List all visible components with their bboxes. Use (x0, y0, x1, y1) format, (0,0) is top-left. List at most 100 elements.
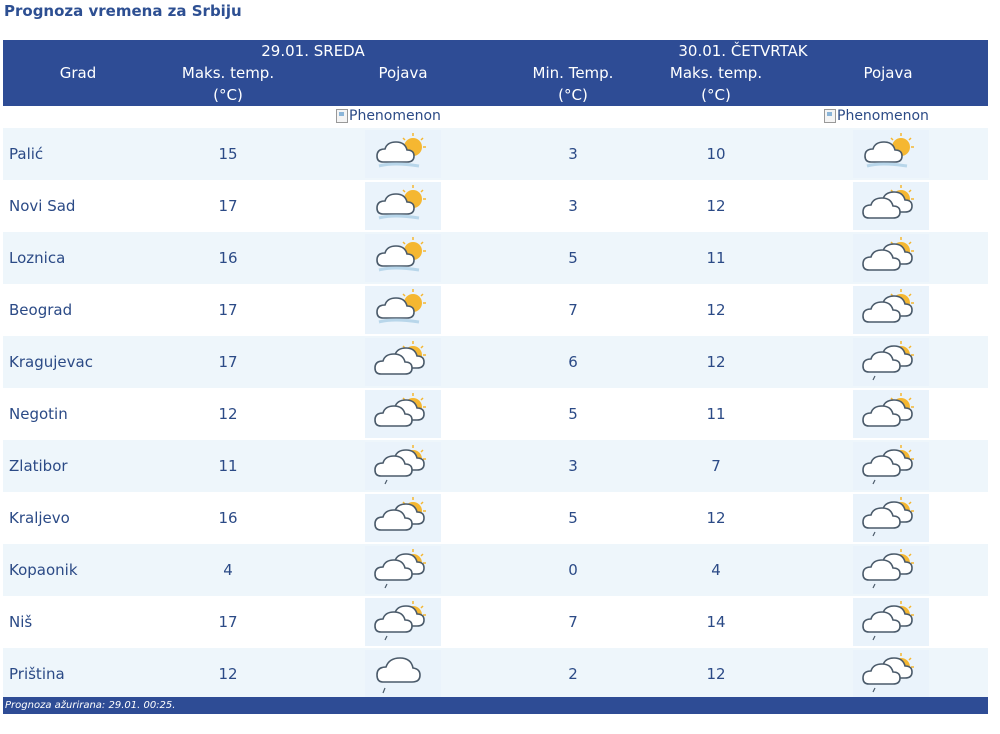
header-grad: Grad (59, 64, 97, 82)
table-row: Negotin 12 5 11 (3, 388, 988, 440)
mostly-cloudy-icon (365, 390, 441, 438)
header-day1-max: Maks. temp. (181, 64, 275, 82)
page-title: Prognoza vremena za Srbiju (4, 2, 242, 20)
table-row: Novi Sad 17 3 12 (3, 180, 988, 232)
day2-min-temp: 6 (568, 353, 578, 371)
city-name: Kopaonik (9, 561, 78, 579)
day2-max-temp: 4 (711, 561, 721, 579)
broken-image-icon (336, 109, 348, 123)
table-row: Beograd 17 7 12 (3, 284, 988, 336)
day2-min-temp: 3 (568, 457, 578, 475)
table-header: Grad 29.01. SREDA Maks. temp. (°C) Pojav… (3, 40, 988, 106)
cloudy-drizzle-icon (365, 546, 441, 594)
table-row: Priština 12 2 12 (3, 648, 988, 700)
day1-max-temp: 16 (218, 249, 238, 267)
city-name: Beograd (9, 301, 73, 319)
cloudy-drizzle-icon (853, 494, 929, 542)
day2-max-temp: 7 (711, 457, 721, 475)
day2-min-temp: 7 (568, 613, 578, 631)
city-name: Loznica (9, 249, 66, 267)
day1-max-temp: 17 (218, 301, 238, 319)
broken-image-day2: Phenomenon (824, 108, 929, 124)
city-name: Kragujevac (9, 353, 93, 371)
partly-sunny-icon (365, 182, 441, 230)
day1-max-temp: 4 (223, 561, 233, 579)
mostly-cloudy-icon (365, 338, 441, 386)
day2-min-temp: 2 (568, 665, 578, 683)
city-name: Kraljevo (9, 509, 70, 527)
day1-max-temp: 17 (218, 613, 238, 631)
cloudy-drizzle-icon (365, 598, 441, 646)
broken-image-alt: Phenomenon (349, 108, 441, 124)
cloudy-drizzle-icon (853, 598, 929, 646)
partly-sunny-icon (365, 130, 441, 178)
header-day1-pojava: Pojava (378, 64, 428, 82)
header-day2-date: 30.01. ČETVRTAK (678, 42, 808, 60)
cloudy-drizzle-icon (853, 338, 929, 386)
day1-max-temp: 11 (218, 457, 238, 475)
header-day2-max: Maks. temp. (669, 64, 763, 82)
table-row: Niš 17 7 14 (3, 596, 988, 648)
day2-max-temp: 12 (706, 353, 726, 371)
broken-image-alt: Phenomenon (837, 108, 929, 124)
table-body: Palić 15 3 10 Novi Sad 17 3 12 Loznica 16 5 11 Beogr… (3, 128, 988, 700)
forecast-table: Grad 29.01. SREDA Maks. temp. (°C) Pojav… (3, 40, 988, 700)
header-day2-min: Min. Temp. (532, 64, 614, 82)
city-name: Palić (9, 145, 44, 163)
day2-max-temp: 12 (706, 301, 726, 319)
table-row: Kopaonik 4 0 4 (3, 544, 988, 596)
cloud-drizzle-icon (365, 650, 441, 698)
mostly-cloudy-icon (365, 494, 441, 542)
cloudy-drizzle-icon (853, 650, 929, 698)
day2-min-temp: 5 (568, 249, 578, 267)
partly-sunny-icon (365, 234, 441, 282)
day2-min-temp: 5 (568, 509, 578, 527)
city-name: Priština (9, 665, 65, 683)
cloudy-drizzle-icon (853, 442, 929, 490)
header-day2-max-unit: (°C) (701, 86, 731, 104)
phenomenon-image-row: Phenomenon Phenomenon (3, 106, 988, 128)
update-footer: Prognoza ažurirana: 29.01. 00:25. (3, 697, 988, 714)
day1-max-temp: 16 (218, 509, 238, 527)
cloudy-drizzle-icon (365, 442, 441, 490)
city-name: Zlatibor (9, 457, 68, 475)
day2-max-temp: 12 (706, 197, 726, 215)
day2-max-temp: 11 (706, 405, 726, 423)
mostly-cloudy-icon (853, 182, 929, 230)
day2-min-temp: 5 (568, 405, 578, 423)
day2-max-temp: 14 (706, 613, 726, 631)
broken-image-day1: Phenomenon (336, 108, 441, 124)
broken-image-icon (824, 109, 836, 123)
day2-max-temp: 10 (706, 145, 726, 163)
partly-sunny-icon (853, 130, 929, 178)
city-name: Niš (9, 613, 33, 631)
day1-max-temp: 15 (218, 145, 238, 163)
mostly-cloudy-icon (853, 286, 929, 334)
day1-max-temp: 17 (218, 353, 238, 371)
cloudy-drizzle-icon (853, 546, 929, 594)
day2-min-temp: 3 (568, 197, 578, 215)
day2-max-temp: 11 (706, 249, 726, 267)
table-row: Loznica 16 5 11 (3, 232, 988, 284)
header-day2-min-unit: (°C) (558, 86, 588, 104)
table-row: Palić 15 3 10 (3, 128, 988, 180)
day1-max-temp: 12 (218, 665, 238, 683)
table-row: Zlatibor 11 3 7 (3, 440, 988, 492)
table-row: Kragujevac 17 6 12 (3, 336, 988, 388)
partly-sunny-icon (365, 286, 441, 334)
day2-min-temp: 3 (568, 145, 578, 163)
header-day1-date: 29.01. SREDA (261, 42, 365, 60)
mostly-cloudy-icon (853, 234, 929, 282)
city-name: Negotin (9, 405, 68, 423)
day2-max-temp: 12 (706, 665, 726, 683)
day2-min-temp: 7 (568, 301, 578, 319)
day1-max-temp: 12 (218, 405, 238, 423)
mostly-cloudy-icon (853, 390, 929, 438)
day1-max-temp: 17 (218, 197, 238, 215)
city-name: Novi Sad (9, 197, 76, 215)
header-day2-pojava: Pojava (863, 64, 913, 82)
header-day1-max-unit: (°C) (213, 86, 243, 104)
day2-min-temp: 0 (568, 561, 578, 579)
day2-max-temp: 12 (706, 509, 726, 527)
table-row: Kraljevo 16 5 12 (3, 492, 988, 544)
